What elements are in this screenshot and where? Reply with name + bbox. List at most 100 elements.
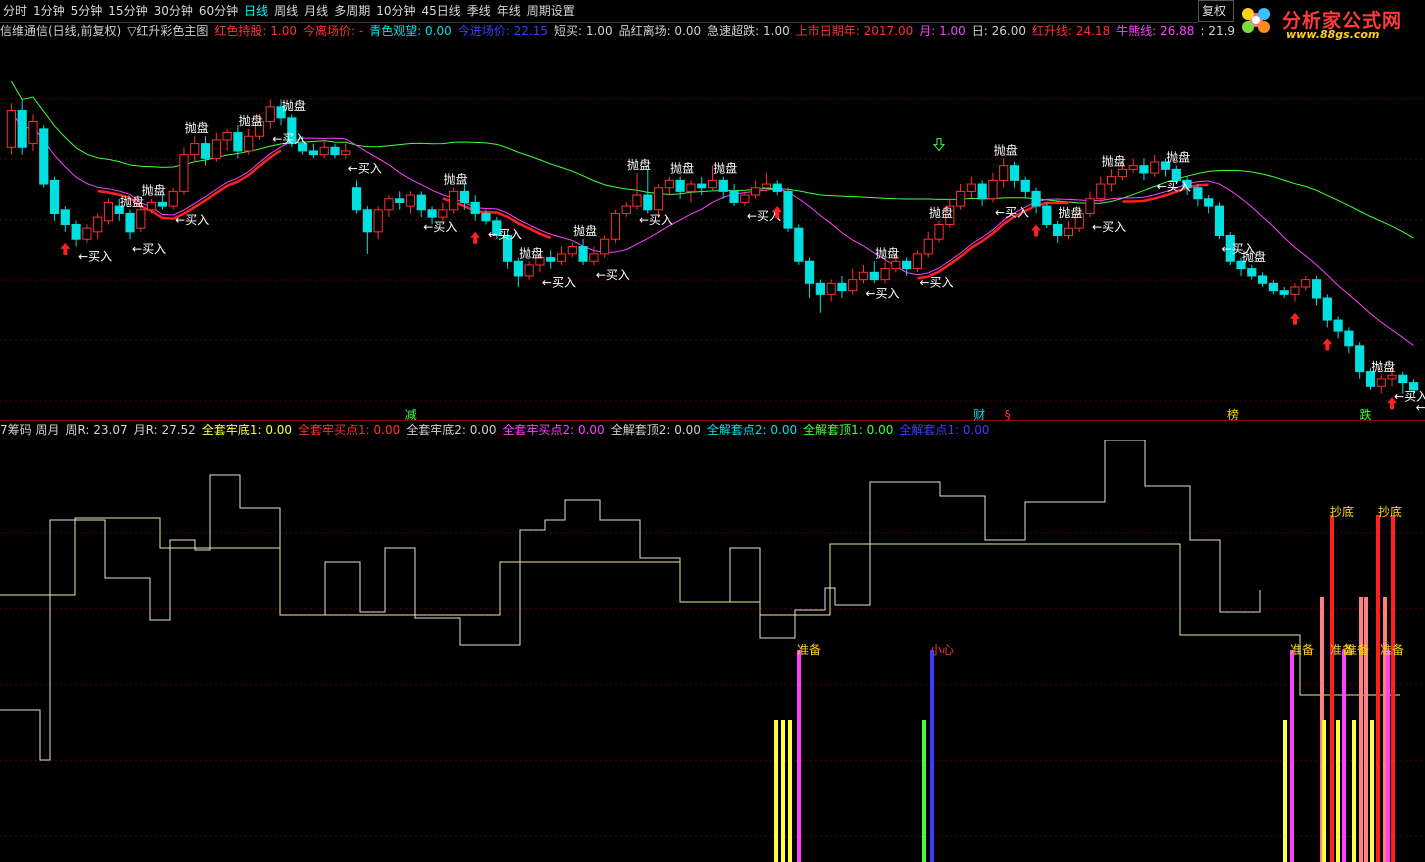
- candle-body: [686, 183, 696, 192]
- chip-indicator-chart[interactable]: 准备 小心 准备 准备准备 准备抄底 抄底: [0, 440, 1425, 862]
- indicator-value: 信维通信(日线,前复权): [0, 24, 122, 38]
- bottom-mark: §: [1005, 408, 1011, 420]
- candle-body: [373, 209, 383, 233]
- candle-body: [589, 253, 599, 262]
- candle-body: [546, 257, 556, 262]
- period-tab[interactable]: 45日线: [418, 0, 463, 22]
- indicator-value: ▽红升彩色主图: [127, 24, 209, 38]
- candle-body: [848, 279, 858, 292]
- sell-label: 抛盘: [444, 172, 468, 187]
- sell-label: 抛盘: [670, 161, 694, 176]
- ma-short-line: [10, 110, 1414, 346]
- sell-label: 抛盘: [142, 183, 166, 198]
- candle-body: [308, 150, 319, 156]
- period-tab[interactable]: 5分钟: [68, 0, 106, 22]
- sell-label: 抛盘: [282, 98, 306, 113]
- period-tab[interactable]: 日线: [241, 0, 271, 22]
- period-tab[interactable]: 多周期: [331, 0, 373, 22]
- candle-body: [1053, 223, 1063, 237]
- candle-body: [955, 190, 966, 207]
- sell-label: 抛盘: [1102, 153, 1126, 168]
- buy-label: ←买入: [995, 205, 1029, 219]
- signal-bar: [797, 650, 801, 862]
- candle-body: [1344, 330, 1354, 347]
- signal-bar: [1352, 720, 1356, 862]
- signal-bar: [1283, 720, 1287, 862]
- period-tab[interactable]: 1分钟: [30, 0, 68, 22]
- sell-label: 抛盘: [875, 245, 899, 260]
- candle-body: [179, 154, 189, 192]
- buy-label: ←买入: [488, 227, 522, 241]
- candle-body: [643, 194, 653, 211]
- sell-label: 抛盘: [573, 223, 597, 238]
- indicator-value: 7筹码 周月: [0, 423, 60, 437]
- candle-body: [707, 179, 718, 189]
- indicator-value: 全解套点1: 0.00: [899, 423, 990, 437]
- candle-body: [416, 194, 426, 211]
- fuquan-button[interactable]: 复权: [1198, 0, 1234, 22]
- period-tab[interactable]: 周线: [271, 0, 301, 22]
- candle-body: [1031, 190, 1041, 207]
- period-tab[interactable]: 15分钟: [105, 0, 150, 22]
- period-tab[interactable]: 10分钟: [373, 0, 418, 22]
- indicator-value: 全套牢买点2: 0.00: [502, 423, 605, 437]
- period-tab[interactable]: 周期设置: [524, 0, 578, 22]
- candle-body: [632, 194, 642, 207]
- price-chart[interactable]: 抛盘抛盘抛盘抛盘抛盘抛盘抛盘抛盘抛盘 抛盘 抛盘抛盘抛盘抛盘抛盘抛盘 抛盘抛盘抛盘←买…: [0, 42, 1425, 420]
- indicator-value: 急速超跌: 1.00: [707, 24, 790, 38]
- candle-body: [244, 135, 254, 152]
- candle-body: [1193, 187, 1203, 200]
- candle-body: [794, 227, 804, 262]
- signal-bar: [774, 720, 778, 862]
- period-tab[interactable]: 季线: [464, 0, 494, 22]
- candle-body: [1139, 165, 1149, 174]
- candle-body: [362, 209, 372, 233]
- buy-label: ←买入: [78, 250, 112, 264]
- candle-body: [71, 223, 81, 240]
- indicator-value: 短买: 1.00: [554, 24, 613, 38]
- candle-body: [977, 183, 987, 200]
- candle-body: [427, 209, 437, 218]
- period-tab[interactable]: 30分钟: [151, 0, 196, 22]
- candle-body: [459, 190, 470, 203]
- candle-body: [351, 187, 362, 211]
- period-tab[interactable]: 分时: [0, 0, 30, 22]
- candle-body: [60, 209, 70, 225]
- period-tab[interactable]: 月线: [301, 0, 331, 22]
- signal-bar: [930, 650, 934, 862]
- candle-body: [761, 183, 772, 189]
- signal-bar: [1342, 650, 1346, 862]
- buy-label: ←买入: [542, 275, 576, 289]
- indicator-value: 全解套顶1: 0.00: [803, 423, 894, 437]
- candle-body: [1322, 297, 1332, 321]
- candle-body: [858, 271, 869, 281]
- buy-label: ←买入: [348, 161, 382, 175]
- signal-bar: [781, 720, 785, 862]
- bottom-mark: 榜: [1227, 407, 1239, 420]
- candle-body: [556, 253, 567, 262]
- candle-body: [1398, 374, 1408, 384]
- candle-body: [524, 264, 534, 277]
- signal-label: 准备: [1290, 643, 1314, 657]
- buy-label: ←买入: [423, 220, 457, 234]
- signal-bar: [1391, 515, 1395, 862]
- period-tab[interactable]: 年线: [494, 0, 524, 22]
- candle-body: [1085, 198, 1095, 214]
- period-tab[interactable]: 60分钟: [196, 0, 241, 22]
- candle-body: [653, 187, 664, 211]
- indicator-value: 月R: 27.52: [133, 423, 196, 437]
- candle-body: [1301, 279, 1311, 288]
- candle-body: [891, 260, 901, 270]
- candle-body: [664, 179, 674, 189]
- candle-body: [610, 212, 621, 240]
- sell-label: 抛盘: [185, 120, 209, 135]
- candle-body: [1247, 268, 1257, 277]
- candle-body: [1063, 227, 1074, 237]
- candle-body: [28, 121, 38, 145]
- candle-body: [190, 143, 200, 156]
- sell-label: 抛盘: [519, 245, 543, 260]
- candle-body: [265, 106, 275, 123]
- candle-body: [405, 194, 416, 207]
- candle-body: [1279, 290, 1289, 295]
- candle-body: [1355, 345, 1365, 373]
